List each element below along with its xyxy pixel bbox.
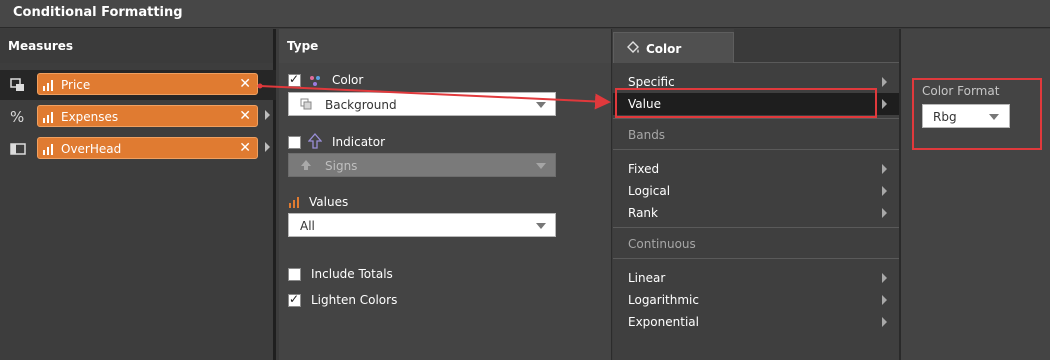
dropdown-caret-icon [536, 223, 546, 229]
remove-measure-button[interactable]: ✕ [239, 76, 251, 92]
highlight-box-color-format [912, 78, 1042, 150]
group-label-bands: Bands [628, 128, 666, 142]
measure-label: Expenses [61, 110, 119, 124]
paint-bucket-icon [625, 40, 641, 60]
measure-pill-price[interactable]: Price ✕ [37, 73, 258, 95]
tab-color[interactable]: Color [613, 32, 734, 63]
color-panel: Color Specific Value Bands Fixed Logical… [613, 29, 899, 360]
include-totals-checkbox[interactable] [288, 268, 301, 281]
color-item-label: Rank [628, 206, 658, 220]
divider [613, 227, 899, 228]
submenu-arrow-icon [882, 164, 887, 174]
palette-icon [308, 74, 322, 88]
color-item-logical[interactable]: Logical [613, 180, 899, 202]
up-arrow-icon [307, 133, 323, 149]
color-item-label: Specific [628, 75, 675, 89]
divider [613, 258, 899, 259]
measure-label: OverHead [61, 142, 122, 156]
color-item-fixed[interactable]: Fixed [613, 158, 899, 180]
include-totals-label: Include Totals [311, 267, 393, 281]
indicator-type-value: Signs [325, 159, 358, 173]
submenu-arrow-icon [882, 77, 887, 87]
submenu-arrow-icon [882, 273, 887, 283]
highlight-box-value [615, 88, 877, 118]
submenu-arrow-icon [882, 317, 887, 327]
expand-arrow-icon[interactable] [265, 110, 270, 120]
divider [613, 149, 899, 150]
color-type-dropdown[interactable]: Background [288, 92, 556, 116]
submenu-arrow-icon [882, 208, 887, 218]
values-value: All [300, 219, 315, 233]
expand-arrow-icon[interactable] [265, 142, 270, 152]
measures-panel: Measures Price ✕ % Expenses ✕ OverHead ✕ [0, 29, 276, 360]
divider [613, 118, 899, 119]
dropdown-caret-icon [536, 163, 546, 169]
color-item-label: Fixed [628, 162, 660, 176]
values-bar-icon [289, 197, 301, 208]
tabstrip-background [734, 29, 899, 63]
color-item-exponential[interactable]: Exponential [613, 311, 899, 333]
color-item-label: Logical [628, 184, 671, 198]
bar-chart-icon [43, 143, 55, 155]
lighten-colors-checkbox[interactable]: ✓ [288, 292, 301, 307]
measure-row-expenses[interactable]: % Expenses ✕ [0, 102, 276, 132]
color-type-value: Background [325, 98, 397, 112]
dialog-title: Conditional Formatting [13, 5, 183, 20]
submenu-arrow-icon [882, 99, 887, 109]
indicator-label: Indicator [332, 135, 386, 149]
bar-chart-icon [43, 111, 55, 123]
dropdown-caret-icon [536, 102, 546, 108]
color-label: Color [332, 73, 364, 87]
submenu-arrow-icon [882, 186, 887, 196]
color-checkbox[interactable]: ✓ [288, 72, 301, 87]
measure-pill-expenses[interactable]: Expenses ✕ [37, 105, 258, 127]
values-label: Values [309, 195, 349, 209]
remove-measure-button[interactable]: ✕ [239, 108, 251, 124]
measure-row-price[interactable]: Price ✕ [0, 70, 276, 100]
color-item-label: Exponential [628, 315, 699, 329]
color-item-label: Logarithmic [628, 293, 699, 307]
type-panel: Type ✓ Color Background Indicator Signs … [279, 29, 612, 360]
percent-icon: % [10, 108, 25, 126]
indicator-type-dropdown: Signs [288, 153, 556, 177]
background-icon [300, 98, 312, 110]
measure-pill-overhead[interactable]: OverHead ✕ [37, 137, 258, 159]
checkmark-icon: ✓ [289, 72, 300, 86]
submenu-arrow-icon [882, 295, 887, 305]
dialog-titlebar: Conditional Formatting [0, 0, 1050, 28]
type-header: Type [279, 29, 611, 63]
measure-label: Price [61, 78, 91, 92]
remove-measure-button[interactable]: ✕ [239, 140, 251, 156]
measures-header-label: Measures [8, 39, 74, 53]
measures-header: Measures [0, 29, 273, 63]
panel-icon [10, 141, 26, 157]
indicator-checkbox[interactable] [288, 136, 301, 149]
tab-color-label: Color [646, 42, 682, 56]
color-item-logarithmic[interactable]: Logarithmic [613, 289, 899, 311]
checkmark-icon: ✓ [289, 292, 300, 306]
copy-icon [10, 77, 26, 93]
color-item-linear[interactable]: Linear [613, 267, 899, 289]
color-item-rank[interactable]: Rank [613, 202, 899, 224]
bar-chart-icon [43, 79, 55, 91]
measure-row-overhead[interactable]: OverHead ✕ [0, 134, 276, 164]
signs-icon [300, 159, 312, 171]
values-dropdown[interactable]: All [288, 213, 556, 237]
lighten-colors-label: Lighten Colors [311, 293, 398, 307]
color-item-label: Linear [628, 271, 666, 285]
type-header-label: Type [287, 39, 319, 53]
group-label-continuous: Continuous [628, 237, 696, 251]
